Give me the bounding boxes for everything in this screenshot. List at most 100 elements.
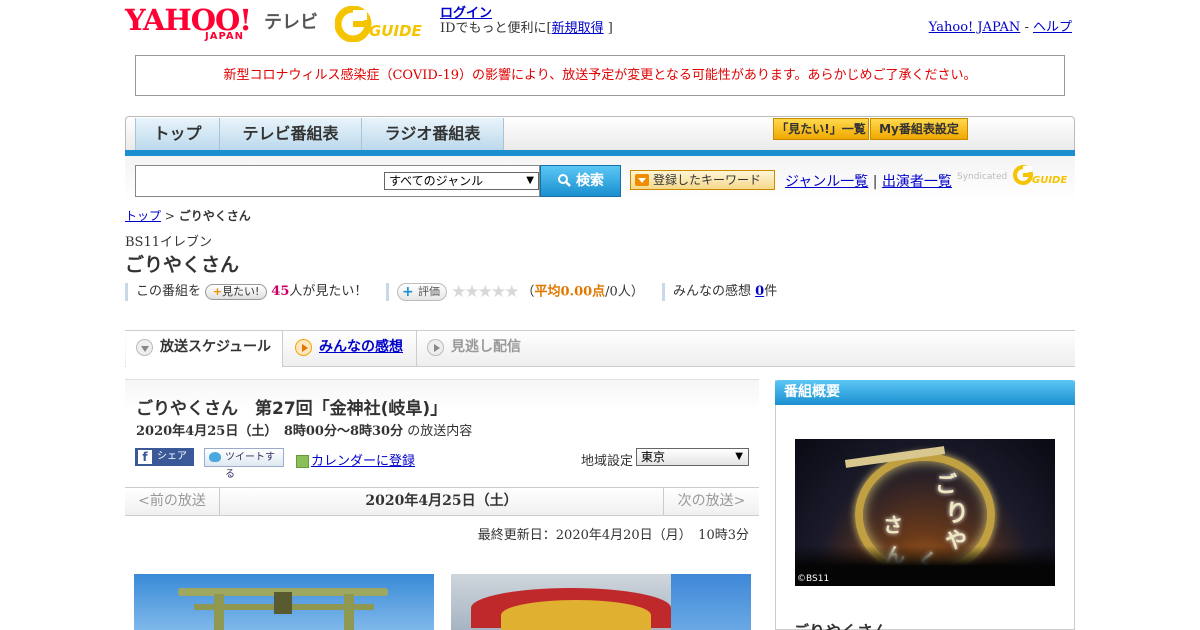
image-copyright: ©BS11 xyxy=(797,574,830,584)
nav-tab-tv[interactable]: テレビ番組表 xyxy=(220,118,362,150)
region-select[interactable]: 東京 ▼ xyxy=(636,448,749,466)
twitter-bird-icon xyxy=(209,452,221,462)
genre-list-link[interactable]: ジャンル一覧 xyxy=(785,174,868,190)
program-summary-heading: 番組概要 xyxy=(775,380,1075,405)
episode-photo-shrine xyxy=(451,574,751,630)
page-title: ごりやくさん xyxy=(125,254,240,276)
region-selected-value: 東京 xyxy=(641,450,666,464)
covid-notice: 新型コロナウィルス感染症（COVID-19）の影響により、放送予定が変更となる可… xyxy=(135,55,1065,96)
region-label: 地域設定 xyxy=(581,454,634,469)
rating-people: /0人） xyxy=(605,284,644,300)
g-guide-logo[interactable]: GUIDE xyxy=(334,5,433,43)
sidebar-program-name: ごりやくさん xyxy=(793,618,889,630)
breadcrumb-top-link[interactable]: トップ xyxy=(125,209,161,223)
facebook-icon: f xyxy=(138,450,152,464)
login-sub-suffix: ] xyxy=(607,21,613,36)
tab-reviews-label: みんなの感想 xyxy=(319,339,403,355)
episode-datetime-line: 2020年4月25日（土） 8時00分～8時30分 の放送内容 xyxy=(136,420,472,439)
sky xyxy=(671,574,751,630)
breadcrumb-current: ごりやくさん xyxy=(178,209,251,223)
syndicated-guide-wordmark: GUIDE xyxy=(1032,175,1067,186)
calendar-icon xyxy=(296,455,309,468)
facebook-share-button[interactable]: f シェア xyxy=(135,448,194,466)
mitai-count: 45 xyxy=(271,284,290,299)
dropdown-arrow-icon xyxy=(635,174,649,186)
mitai-button[interactable]: +見たい! xyxy=(205,283,268,300)
signup-link[interactable]: 新規取得 xyxy=(552,21,604,36)
torii-post xyxy=(214,594,224,630)
keyword-button-label: 登録したキーワード xyxy=(653,173,762,187)
episode-datetime: 2020年4月25日（土） 8時00分～8時30分 xyxy=(136,424,404,439)
last-updated: 最終更新日：2020年4月20日（月） 10時3分 xyxy=(477,528,749,543)
genre-select[interactable]: すべてのジャンル ▼ xyxy=(384,172,539,190)
header-links: Yahoo! JAPAN - ヘルプ xyxy=(929,16,1072,35)
tab-schedule[interactable]: 放送スケジュール xyxy=(126,331,283,367)
rating-button[interactable]: + 評価 xyxy=(397,283,447,301)
tab-missed[interactable]: 見逃し配信 xyxy=(417,331,537,366)
rating-button-label: 評価 xyxy=(418,285,440,298)
rating-open: （ xyxy=(521,284,535,300)
dropdown-arrow-icon: ▼ xyxy=(735,451,743,462)
current-broadcast-date: 2020年4月25日（土） xyxy=(365,493,518,509)
next-broadcast-button[interactable]: 次の放送> xyxy=(663,488,759,515)
prev-broadcast-button[interactable]: <前の放送 xyxy=(125,488,220,515)
tab-reviews[interactable]: みんなの感想 xyxy=(285,331,417,366)
tree-silhouette xyxy=(795,546,1055,586)
program-key-visual: ご り や く さ ん ©BS11 xyxy=(795,439,1055,586)
registered-keyword-button[interactable]: 登録したキーワード xyxy=(630,170,775,190)
tab-schedule-label: 放送スケジュール xyxy=(160,339,272,355)
torii-post xyxy=(344,594,354,630)
yahoo-japan-logo[interactable]: YAHOO! JAPAN xyxy=(125,3,252,43)
link-separator: - xyxy=(1024,20,1029,35)
login-box: ログイン IDでもっと便利に[新規取得 ] xyxy=(440,6,613,36)
yahoo-japan-link[interactable]: Yahoo! JAPAN xyxy=(929,20,1021,35)
breadcrumb: トップ > ごりやくさん xyxy=(125,207,251,224)
plus-icon: + xyxy=(402,284,414,300)
link-divider: | xyxy=(872,174,878,190)
mitai-button-label: 見たい! xyxy=(222,284,260,298)
mitai-stat: この番組を +見たい! 45人が見たい！ xyxy=(125,283,367,301)
my-program-button[interactable]: My番組表設定 xyxy=(870,118,968,140)
nav-tab-radio[interactable]: ラジオ番組表 xyxy=(362,118,504,150)
search-icon xyxy=(558,174,571,187)
tweet-button[interactable]: ツイートする xyxy=(204,448,284,480)
rating-stat: + 評価 ★★★★★ （平均0.00点/0人） xyxy=(386,283,644,301)
g-guide-logo-icon: GUIDE xyxy=(334,5,423,43)
mitai-list-button[interactable]: 「見たい!」一覧 xyxy=(773,118,869,140)
login-link[interactable]: ログイン xyxy=(440,6,492,21)
tv-label: テレビ xyxy=(264,12,318,33)
performer-list-link[interactable]: 出演者一覧 xyxy=(882,174,952,190)
review-suffix: 件 xyxy=(764,284,778,299)
help-link[interactable]: ヘルプ xyxy=(1033,20,1072,35)
title-glyph: さ xyxy=(883,513,903,537)
chevron-down-icon xyxy=(136,339,153,356)
torii-plaque xyxy=(274,592,292,614)
nav-tab-top[interactable]: トップ xyxy=(135,118,220,150)
japan-wordmark: JAPAN xyxy=(205,31,244,42)
review-count-link[interactable]: 0 xyxy=(755,284,764,299)
tab-missed-label: 見逃し配信 xyxy=(451,339,521,355)
breadcrumb-separator: > xyxy=(164,209,175,223)
star-rating-icon: ★★★★★ xyxy=(451,282,519,302)
dropdown-arrow-icon: ▼ xyxy=(526,175,534,186)
rating-average: 平均0.00点 xyxy=(534,284,606,300)
episode-datetime-suffix: の放送内容 xyxy=(407,424,473,439)
login-sub-prefix: IDでもっと便利に[ xyxy=(440,21,552,36)
calendar-link[interactable]: カレンダーに登録 xyxy=(311,454,415,469)
play-icon xyxy=(295,339,312,356)
shrine-ornament xyxy=(501,600,651,630)
syndicated-guide-logo: GUIDE xyxy=(1012,163,1070,187)
review-stat: みんなの感想 0件 xyxy=(662,283,777,301)
guide-wordmark: GUIDE xyxy=(369,22,423,40)
search-button[interactable]: 検索 xyxy=(540,165,621,197)
episode-photo-torii xyxy=(134,574,434,630)
mitai-suffix: 人が見たい！ xyxy=(289,284,368,299)
channel-name: BS11イレブン xyxy=(125,235,213,250)
plus-icon: + xyxy=(212,284,223,298)
calendar-register: カレンダーに登録 xyxy=(296,450,415,469)
g-guide-small-icon: GUIDE xyxy=(1013,165,1067,186)
search-button-label: 検索 xyxy=(575,173,604,189)
mitai-prefix: この番組を xyxy=(136,284,202,299)
syndicated-label: Syndicated xyxy=(957,172,1008,182)
yahoo-wordmark: YAHOO! xyxy=(125,3,252,37)
